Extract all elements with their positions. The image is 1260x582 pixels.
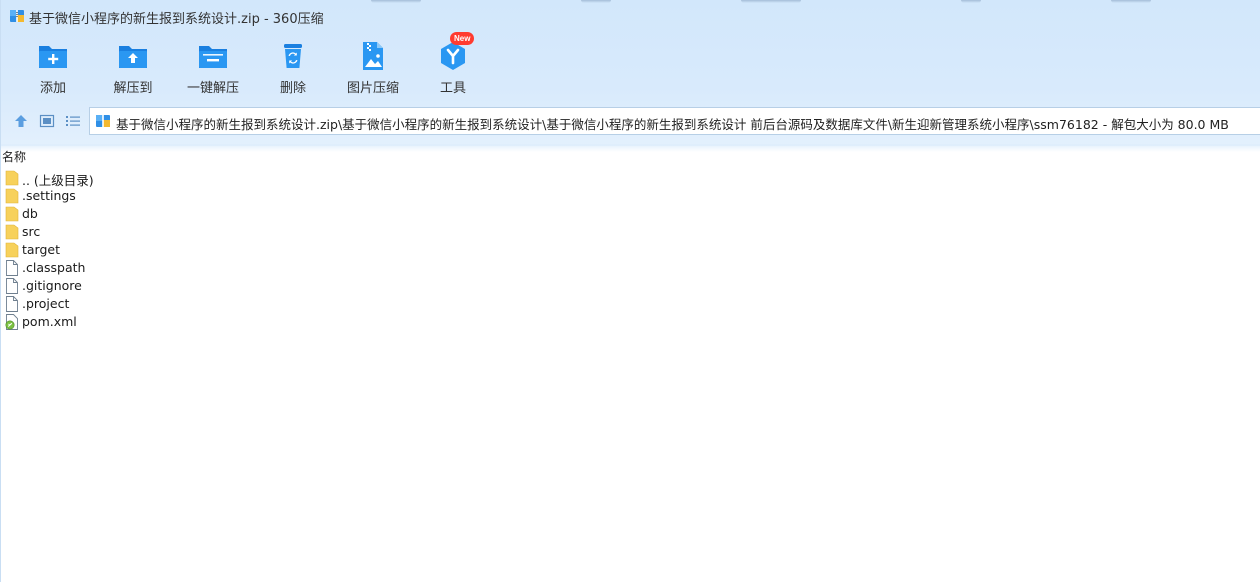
add-button[interactable]: 添加 <box>13 36 93 98</box>
folder-add-icon <box>39 46 67 68</box>
folder-icon <box>5 188 19 204</box>
file-icon <box>6 260 18 276</box>
recycle-bin-icon <box>284 44 302 68</box>
image-compress-label: 图片压缩 <box>346 81 399 96</box>
folder-icon <box>5 206 19 222</box>
folder-extract-icon <box>119 46 147 68</box>
address-bar[interactable]: 基于微信小程序的新生报到系统设计.zip\基于微信小程序的新生报到系统设计\基于… <box>89 107 1260 135</box>
list-item-pom-xml[interactable]: pom.xml <box>1 313 401 331</box>
file-icon <box>6 278 18 294</box>
header-area: 基于微信小程序的新生报到系统设计.zip - 360压缩 添加 解压到 一键解压… <box>1 0 1260 152</box>
file-icon <box>6 296 18 312</box>
archive-icon <box>96 115 110 127</box>
list-item-db[interactable]: db <box>1 205 401 223</box>
delete-button[interactable]: 删除 <box>253 36 333 98</box>
window-title: 基于微信小程序的新生报到系统设计.zip - 360压缩 <box>29 12 324 27</box>
folder-one-click-extract-icon <box>199 46 227 68</box>
address-bar-row: 基于微信小程序的新生报到系统设计.zip\基于微信小程序的新生报到系统设计\基于… <box>1 107 1260 135</box>
address-path: 基于微信小程序的新生报到系统设计.zip\基于微信小程序的新生报到系统设计\基于… <box>116 117 1229 132</box>
list-item-settings[interactable]: .settings <box>1 187 401 205</box>
tools-button[interactable]: New 工具 <box>413 32 493 98</box>
folder-icon <box>5 170 19 186</box>
list-item-src[interactable]: src <box>1 223 401 241</box>
column-header: 名称 <box>1 148 1260 166</box>
list-view-icon[interactable] <box>65 113 81 129</box>
delete-label: 删除 <box>279 81 306 96</box>
file-name: pom.xml <box>22 314 77 329</box>
list-item-parent-dir[interactable]: .. (上级目录) <box>1 169 401 188</box>
file-name: .gitignore <box>22 278 82 293</box>
file-name: .classpath <box>22 260 86 275</box>
list-item-gitignore[interactable]: .gitignore <box>1 277 401 295</box>
image-compress-button[interactable]: 图片压缩 <box>333 36 413 98</box>
toolbar: 添加 解压到 一键解压 删除 图片压缩 New 工具 <box>1 32 1260 100</box>
up-arrow-icon[interactable] <box>13 113 29 129</box>
tools-label: 工具 <box>439 81 466 96</box>
file-name: target <box>22 242 61 257</box>
list-item-classpath[interactable]: .classpath <box>1 259 401 277</box>
list-item-target[interactable]: target <box>1 241 401 259</box>
one-click-extract-label: 一键解压 <box>186 81 239 96</box>
archive-window: 基于微信小程序的新生报到系统设计.zip - 360压缩 添加 解压到 一键解压… <box>0 0 1260 582</box>
file-name: src <box>22 224 41 239</box>
extract-to-label: 解压到 <box>113 81 153 96</box>
add-label: 添加 <box>39 81 66 96</box>
archive-app-icon <box>10 10 24 22</box>
list-item-project[interactable]: .project <box>1 295 401 313</box>
preview-view-icon[interactable] <box>39 113 55 129</box>
extract-to-button[interactable]: 解压到 <box>93 36 173 98</box>
new-badge: New <box>450 32 475 45</box>
image-compress-icon <box>363 42 383 70</box>
file-name: .settings <box>22 188 76 203</box>
one-click-extract-button[interactable]: 一键解压 <box>173 36 253 98</box>
title-bar: 基于微信小程序的新生报到系统设计.zip - 360压缩 <box>1 0 1260 32</box>
folder-icon <box>5 242 19 258</box>
xml-file-icon <box>5 314 18 330</box>
name-column-header[interactable]: 名称 <box>2 148 26 165</box>
file-name: .project <box>22 296 70 311</box>
file-name: db <box>22 206 38 221</box>
folder-icon <box>5 224 19 240</box>
file-list: .. (上级目录) .settings db src target .class… <box>1 169 401 331</box>
